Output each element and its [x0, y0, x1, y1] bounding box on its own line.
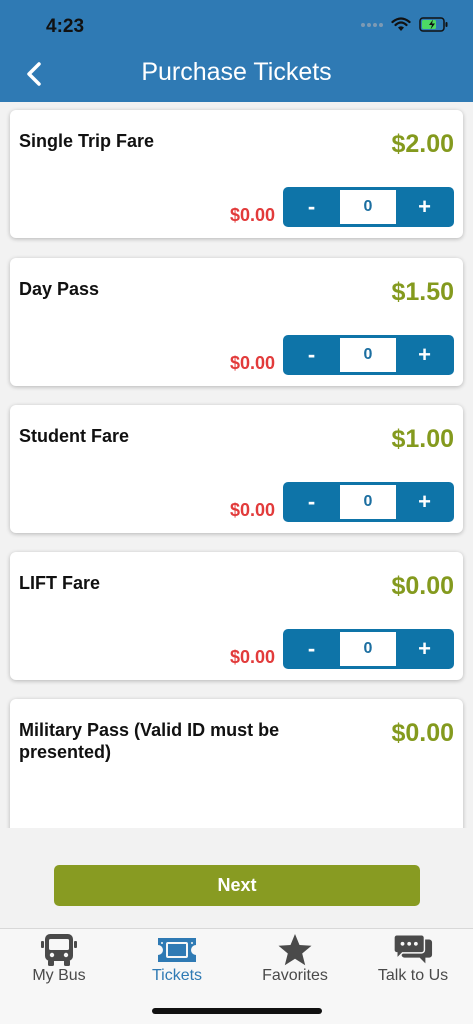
- status-time: 4:23: [46, 16, 85, 37]
- ticket-card-military: Military Pass (Valid ID must be presente…: [10, 699, 463, 828]
- status-icons: [361, 17, 449, 32]
- next-button[interactable]: Next: [54, 865, 420, 906]
- page-title: Purchase Tickets: [141, 58, 332, 86]
- ticket-subtotal: $0.00: [229, 647, 275, 667]
- increment-button[interactable]: +: [396, 187, 453, 227]
- ticket-icon: [157, 933, 197, 967]
- wifi-icon: [391, 17, 411, 31]
- app-header: 4:23 Purchase Tickets: [0, 0, 473, 102]
- ticket-price: $2.00: [391, 130, 454, 158]
- tab-tickets[interactable]: Tickets: [118, 933, 236, 989]
- ticket-card-single-trip: Single Trip Fare $2.00 $0.00 - 0 +: [10, 110, 463, 238]
- tab-talk-to-us[interactable]: Talk to Us: [354, 933, 472, 989]
- ticket-subtotal: $0.00: [229, 500, 275, 520]
- ticket-name: LIFT Fare: [19, 573, 101, 593]
- tab-label: Talk to Us: [377, 967, 449, 984]
- decrement-button[interactable]: -: [283, 187, 340, 227]
- ticket-price: $0.00: [391, 719, 454, 747]
- quantity-input[interactable]: 0: [340, 632, 396, 666]
- ticket-card-lift: LIFT Fare $0.00 $0.00 - 0 +: [10, 552, 463, 680]
- ticket-name: Student Fare: [19, 426, 130, 446]
- quantity-stepper: - 0 +: [283, 187, 454, 227]
- ticket-card-day-pass: Day Pass $1.50 $0.00 - 0 +: [10, 258, 463, 386]
- quantity-input[interactable]: 0: [340, 338, 396, 372]
- ticket-price: $1.50: [391, 278, 454, 306]
- bus-icon: [39, 933, 79, 967]
- tab-my-bus[interactable]: My Bus: [0, 933, 118, 989]
- decrement-button[interactable]: -: [283, 629, 340, 669]
- increment-button[interactable]: +: [396, 629, 453, 669]
- quantity-stepper: - 0 +: [283, 629, 454, 669]
- ticket-subtotal: $0.00: [229, 205, 275, 225]
- footer: Next: [0, 828, 473, 928]
- increment-button[interactable]: +: [396, 335, 453, 375]
- battery-icon: [419, 17, 448, 32]
- ticket-name: Single Trip Fare: [19, 131, 155, 151]
- ticket-subtotal: $0.00: [229, 353, 275, 373]
- ticket-card-student: Student Fare $1.00 $0.00 - 0 +: [10, 405, 463, 533]
- signal-icon: [361, 22, 383, 27]
- increment-button[interactable]: +: [396, 482, 453, 522]
- tab-label: Favorites: [262, 967, 328, 984]
- tab-label: My Bus: [32, 967, 86, 984]
- quantity-input[interactable]: 0: [340, 190, 396, 224]
- decrement-button[interactable]: -: [283, 335, 340, 375]
- tab-label: Tickets: [151, 967, 203, 984]
- tab-favorites[interactable]: Favorites: [236, 933, 354, 989]
- ticket-name: Military Pass (Valid ID must be presente…: [19, 720, 280, 762]
- home-indicator: [152, 1008, 322, 1014]
- star-icon: [275, 933, 315, 967]
- ticket-name: Day Pass: [19, 279, 100, 299]
- ticket-price: $0.00: [391, 572, 454, 600]
- decrement-button[interactable]: -: [283, 482, 340, 522]
- quantity-stepper: - 0 +: [283, 482, 454, 522]
- chat-icon: [393, 933, 433, 967]
- ticket-list[interactable]: Single Trip Fare $2.00 $0.00 - 0 + Day P…: [0, 102, 473, 828]
- ticket-price: $1.00: [391, 425, 454, 453]
- quantity-input[interactable]: 0: [340, 485, 396, 519]
- quantity-stepper: - 0 +: [283, 335, 454, 375]
